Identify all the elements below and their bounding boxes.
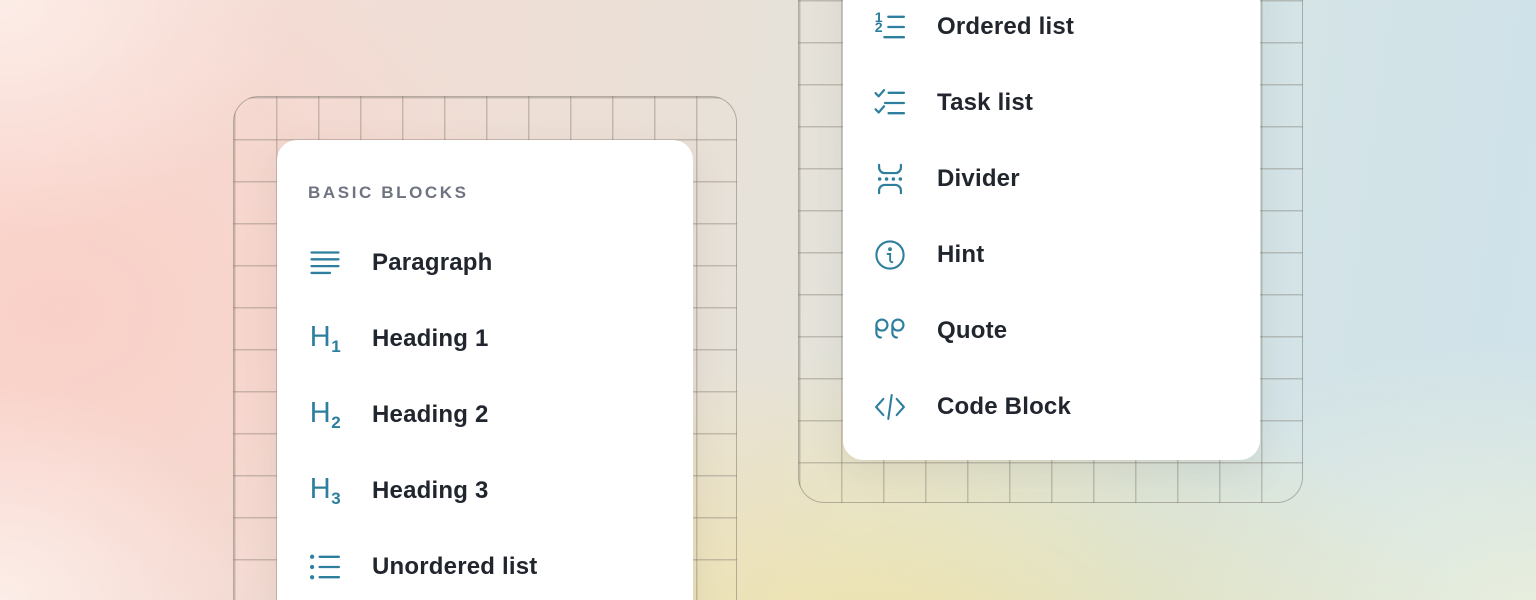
menu-item-label: Paragraph — [372, 249, 493, 277]
menu-item-divider[interactable]: Divider — [843, 141, 1260, 217]
menu-item-label: Unordered list — [372, 553, 538, 581]
menu-item-label: Code Block — [937, 393, 1071, 421]
task-list-icon — [873, 86, 907, 120]
divider-icon — [873, 162, 907, 196]
menu-item-unordered-list[interactable]: Unordered list — [277, 529, 693, 600]
menu-item-heading-3[interactable]: H3 Heading 3 — [277, 453, 693, 529]
menu-item-task-list[interactable]: Task list — [843, 65, 1260, 141]
quote-icon — [873, 314, 907, 348]
heading-3-icon: H3 — [308, 474, 342, 508]
code-block-icon — [873, 390, 907, 424]
hint-icon — [873, 238, 907, 272]
menu-item-quote[interactable]: Quote — [843, 293, 1260, 369]
menu-item-label: Divider — [937, 165, 1020, 193]
basic-blocks-menu: BASIC BLOCKS Paragraph H1 Heading 1 H2 — [277, 140, 693, 600]
menu-item-label: Hint — [937, 241, 984, 269]
svg-text:2: 2 — [875, 20, 883, 36]
menu-item-label: Quote — [937, 317, 1007, 345]
menu-item-label: Heading 2 — [372, 401, 489, 429]
basic-blocks-list: Paragraph H1 Heading 1 H2 Heading 2 H3 H… — [277, 225, 693, 600]
menu-item-label: Heading 3 — [372, 477, 489, 505]
blocks-menu-continued: 1 2 Ordered list Task list — [843, 0, 1260, 460]
blocks-list: 1 2 Ordered list Task list — [843, 0, 1260, 445]
menu-item-ordered-list[interactable]: 1 2 Ordered list — [843, 0, 1260, 65]
menu-item-code-block[interactable]: Code Block — [843, 369, 1260, 445]
menu-item-label: Ordered list — [937, 13, 1074, 41]
editor-blocks-illustration: BASIC BLOCKS Paragraph H1 Heading 1 H2 — [0, 0, 1536, 600]
menu-item-heading-1[interactable]: H1 Heading 1 — [277, 301, 693, 377]
menu-item-label: Heading 1 — [372, 325, 489, 353]
menu-item-hint[interactable]: Hint — [843, 217, 1260, 293]
menu-item-paragraph[interactable]: Paragraph — [277, 225, 693, 301]
menu-item-heading-2[interactable]: H2 Heading 2 — [277, 377, 693, 453]
heading-1-icon: H1 — [308, 322, 342, 356]
section-label: BASIC BLOCKS — [308, 183, 693, 203]
paragraph-icon — [308, 246, 342, 280]
unordered-list-icon — [308, 550, 342, 584]
heading-2-icon: H2 — [308, 398, 342, 432]
menu-item-label: Task list — [937, 89, 1033, 117]
ordered-list-icon: 1 2 — [873, 10, 907, 44]
